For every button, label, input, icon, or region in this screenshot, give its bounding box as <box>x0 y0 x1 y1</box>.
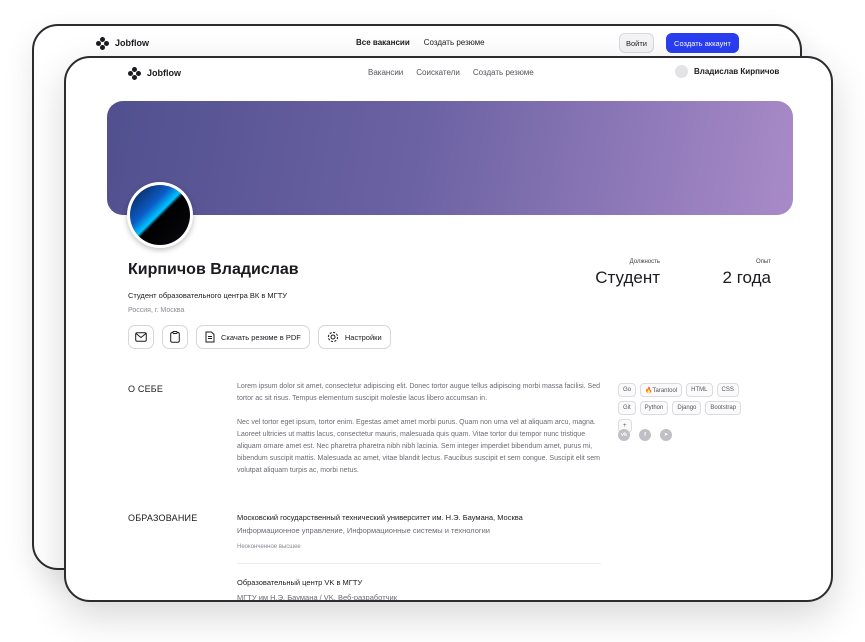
jobflow-logo[interactable]: Jobflow <box>128 67 181 80</box>
profile-subtitle: Студент образовательного центра ВК в МГТ… <box>128 291 288 300</box>
education-institution: Образовательный центр VK в МГТУ <box>237 578 363 587</box>
education-item: Образовательный центр VK в МГТУ МГТУ им … <box>237 578 601 602</box>
skill-tag: Git <box>618 401 636 415</box>
skill-tag: Python <box>639 401 669 415</box>
nav-create-resume[interactable]: Создать резюме <box>473 68 534 77</box>
experience-value: 2 года <box>722 268 771 287</box>
skill-tag: Django <box>672 401 702 415</box>
user-menu[interactable]: Владислав Кирпичов <box>675 65 779 78</box>
download-pdf-label: Скачать резюме в PDF <box>221 332 301 342</box>
skill-tag: CSS <box>716 383 739 397</box>
skill-tag: Bootstrap <box>705 401 742 415</box>
nav-vacancies[interactable]: Вакансии <box>368 68 403 77</box>
mail-button[interactable] <box>128 325 154 349</box>
login-button[interactable]: Войти <box>619 33 654 53</box>
facebook-icon[interactable]: f <box>639 429 651 441</box>
logo-text: Jobflow <box>115 38 149 48</box>
education-item: Московский государственный технический у… <box>237 513 601 550</box>
profile-location: Россия, г. Москва <box>128 307 185 314</box>
education-divider <box>237 563 601 564</box>
document-icon <box>205 331 215 343</box>
position-value: Студент <box>595 268 660 287</box>
create-account-button[interactable]: Создать аккаунт <box>666 33 739 53</box>
nav-create-resume[interactable]: Создать резюме <box>424 38 485 47</box>
clipboard-icon <box>170 331 180 343</box>
main-nav: Все вакансии Создать резюме <box>356 38 485 47</box>
copy-button[interactable] <box>162 325 188 349</box>
logo-icon <box>128 67 141 80</box>
skill-tag: 🔥Tarantool <box>640 383 683 397</box>
profile-avatar <box>127 182 193 248</box>
position-label: Должность <box>629 259 660 265</box>
logo-icon <box>96 37 109 50</box>
front-browser-window: Jobflow Вакансии Соискатели Создать резю… <box>64 56 833 602</box>
education-specialty: Информационное управление, Информационны… <box>237 526 490 535</box>
skill-tag: HTML <box>686 383 713 397</box>
skills-list: Go 🔥Tarantool HTML CSS Git Python Django… <box>618 383 758 433</box>
experience-label: Опыт <box>756 259 771 265</box>
mail-icon <box>135 332 147 342</box>
settings-label: Настройки <box>344 332 382 342</box>
education-institution: Московский государственный технический у… <box>237 513 523 522</box>
vk-icon[interactable]: vk <box>618 429 630 441</box>
about-title: О СЕБЕ <box>128 384 164 394</box>
about-paragraph-1: Lorem ipsum dolor sit amet, consectetur … <box>237 383 601 402</box>
settings-button[interactable]: Настройки <box>317 325 391 349</box>
position-stat: Должность Студент <box>595 259 660 288</box>
profile-cover-banner <box>107 101 793 215</box>
nav-all-vacancies[interactable]: Все вакансии <box>356 38 410 47</box>
education-title: ОБРАЗОВАНИЕ <box>128 513 198 523</box>
profile-actions: Скачать резюме в PDF Настройки <box>128 325 391 349</box>
social-links: vk f ➤ <box>618 429 672 441</box>
skill-tag: Go <box>618 383 637 397</box>
jobflow-logo[interactable]: Jobflow <box>96 37 149 50</box>
experience-stat: Опыт 2 года <box>723 259 771 288</box>
logo-text: Jobflow <box>147 68 181 78</box>
profile-name: Кирпичов Владислав <box>128 261 299 278</box>
main-nav: Вакансии Соискатели Создать резюме <box>368 68 534 77</box>
about-paragraph-2: Nec vel tortor eget ipsum, tortor enim. … <box>237 419 601 474</box>
nav-applicants[interactable]: Соискатели <box>416 68 460 77</box>
gear-icon <box>327 331 338 343</box>
user-avatar <box>675 65 688 78</box>
education-level: Неоконченное высшее <box>237 544 301 550</box>
user-name: Владислав Кирпичов <box>694 67 780 76</box>
education-specialty: МГТУ им Н.Э. Баумана / VK, Веб-разработч… <box>237 593 398 602</box>
download-pdf-button[interactable]: Скачать резюме в PDF <box>196 325 310 349</box>
telegram-icon[interactable]: ➤ <box>660 429 672 441</box>
